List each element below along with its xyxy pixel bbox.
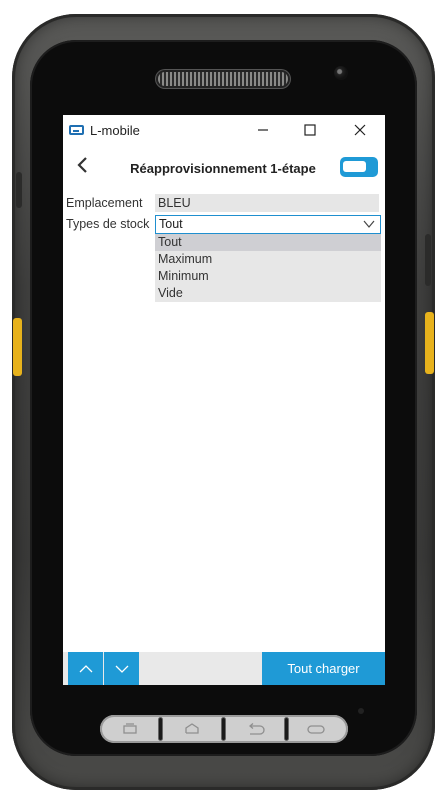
window-titlebar: L-mobile — [63, 115, 385, 145]
maximize-button[interactable] — [300, 120, 320, 140]
window-title: L-mobile — [90, 123, 140, 138]
scroll-down-button[interactable] — [104, 652, 139, 685]
app-screen: L-mobile Réapprovisionnement 1-étape Emp… — [63, 115, 385, 685]
mode-toggle[interactable] — [340, 157, 378, 177]
option-minimum[interactable]: Minimum — [155, 268, 381, 285]
page-header: Réapprovisionnement 1-étape — [63, 153, 385, 183]
side-key-left-yellow — [13, 318, 22, 376]
chevron-up-icon — [79, 664, 92, 672]
hw-separator — [284, 717, 289, 741]
types-de-stock-select[interactable]: Tout — [155, 215, 381, 234]
side-key-left-upper — [16, 172, 22, 208]
emplacement-value: BLEU — [155, 194, 379, 212]
hw-separator — [158, 717, 163, 741]
option-maximum[interactable]: Maximum — [155, 251, 381, 268]
hw-menu-button[interactable] — [306, 721, 326, 737]
home-icon — [185, 723, 199, 734]
recent-apps-icon — [123, 723, 137, 734]
app-icon — [69, 125, 84, 135]
maximize-icon — [304, 124, 316, 136]
option-vide[interactable]: Vide — [155, 285, 381, 302]
hw-home-button[interactable] — [184, 721, 200, 737]
scroll-up-button[interactable] — [68, 652, 103, 685]
back-button[interactable] — [72, 155, 94, 179]
hw-separator — [221, 717, 226, 741]
earpiece-speaker — [158, 72, 288, 86]
hw-recent-button[interactable] — [122, 721, 138, 737]
option-tout[interactable]: Tout — [155, 234, 381, 251]
page-title: Réapprovisionnement 1-étape — [130, 161, 316, 176]
front-camera — [334, 66, 348, 80]
close-button[interactable] — [350, 120, 370, 140]
minimize-icon — [258, 129, 268, 131]
chevron-down-icon — [363, 220, 375, 228]
types-de-stock-dropdown: Tout Maximum Minimum Vide — [155, 234, 381, 302]
chevron-down-icon — [115, 665, 128, 673]
hw-back-button[interactable] — [247, 721, 265, 737]
emplacement-label: Emplacement — [66, 196, 143, 210]
indicator-led — [358, 708, 364, 714]
side-key-right-yellow — [425, 312, 434, 374]
back-icon — [248, 723, 265, 735]
toggle-knob — [343, 161, 366, 172]
menu-icon — [307, 725, 325, 734]
close-icon — [354, 124, 366, 136]
side-key-right-upper — [425, 234, 431, 286]
hardware-key-bar — [100, 715, 348, 743]
bottom-toolbar: Tout charger — [63, 652, 385, 685]
back-arrow-icon — [77, 157, 87, 173]
types-de-stock-label: Types de stock — [66, 217, 150, 231]
load-all-button[interactable]: Tout charger — [262, 652, 385, 685]
select-value: Tout — [159, 217, 183, 231]
minimize-button[interactable] — [253, 120, 273, 140]
